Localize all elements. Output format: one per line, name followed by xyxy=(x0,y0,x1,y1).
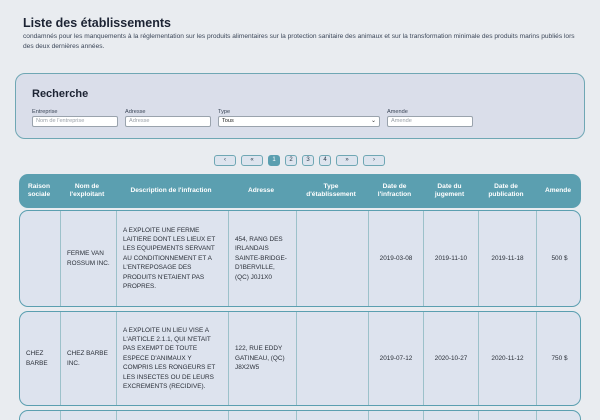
next-page-button[interactable]: › xyxy=(363,155,385,166)
amende-input[interactable]: Amende xyxy=(387,116,473,127)
cell-description xyxy=(116,411,228,420)
type-select-value: Tous xyxy=(222,118,234,124)
cell-nom-exploitant: FERME VAN ROSSUM INC. xyxy=(60,211,116,306)
table-row[interactable]: CHEZ BARBE CHEZ BARBE INC. A EXPLOITE UN… xyxy=(19,311,581,406)
cell-nom-exploitant: CHEZ BARBE INC. xyxy=(60,312,116,405)
chevron-down-icon: ⌄ xyxy=(370,118,376,124)
amende-field-group: Amende Amende xyxy=(387,108,473,127)
cell-amende: 500 $ xyxy=(536,211,582,306)
cell-type xyxy=(296,211,368,306)
column-header-type: Type d'établissement xyxy=(306,182,356,199)
last-page-button[interactable]: » xyxy=(336,155,358,166)
cell-nom-exploitant xyxy=(60,411,116,420)
cell-raison-sociale xyxy=(20,211,60,306)
column-header-date-infraction: Date de l'infraction xyxy=(377,182,412,199)
cell-type xyxy=(296,411,368,420)
page-button-4[interactable]: 4 xyxy=(319,155,331,166)
cell-amende: 750 $ xyxy=(536,312,582,405)
cell-description: A EXPLOITE UN LIEU VISE A L'ARTICLE 2.1.… xyxy=(116,312,228,405)
page-subtitle: condamnés pour les manquements à la régl… xyxy=(23,33,575,50)
search-panel: Recherche Entreprise Nom de l'entreprise… xyxy=(15,73,585,139)
column-header-amende: Amende xyxy=(544,186,571,194)
type-select[interactable]: Tous ⌄ xyxy=(218,116,380,127)
cell-type xyxy=(296,312,368,405)
column-header-raison-sociale: Raison sociale xyxy=(27,182,51,199)
cell-date-infraction: 2019-03-08 xyxy=(368,211,423,306)
cell-adresse xyxy=(228,411,296,420)
table-row[interactable]: FERME VAN ROSSUM INC. A EXPLOITE UNE FER… xyxy=(19,210,581,307)
pagination: ‹ « 1 2 3 4 » › xyxy=(0,155,600,167)
cell-raison-sociale xyxy=(20,411,60,420)
search-title: Recherche xyxy=(32,88,89,100)
first-page-button[interactable]: « xyxy=(241,155,263,166)
column-header-date-publication: Date de publication xyxy=(488,182,524,199)
cell-date-infraction: 2019-07-12 xyxy=(368,312,423,405)
cell-date-jugement xyxy=(423,411,478,420)
page-button-3[interactable]: 3 xyxy=(302,155,314,166)
page-button-1[interactable]: 1 xyxy=(268,155,280,166)
amende-label: Amende xyxy=(387,109,408,115)
cell-date-publication: 2020-11-12 xyxy=(478,312,536,405)
cell-amende xyxy=(536,411,582,420)
adresse-field-group: Adresse Adresse xyxy=(125,108,211,127)
entreprise-label: Entreprise xyxy=(32,109,58,115)
column-header-description: Description de l'infraction xyxy=(130,186,212,194)
type-field-group: Type Tous ⌄ xyxy=(218,108,380,127)
column-header-adresse: Adresse xyxy=(247,186,275,194)
column-header-date-jugement: Date du jugement xyxy=(434,182,465,199)
adresse-input[interactable]: Adresse xyxy=(125,116,211,127)
column-header-nom-exploitant: Nom de l'exploitant xyxy=(69,182,105,199)
page-title: Liste des établissements xyxy=(23,16,171,30)
cell-date-publication xyxy=(478,411,536,420)
table-header: Raison sociale Nom de l'exploitant Descr… xyxy=(19,174,581,208)
adresse-label: Adresse xyxy=(125,109,146,115)
prev-page-button[interactable]: ‹ xyxy=(214,155,236,166)
cell-date-jugement: 2019-11-10 xyxy=(423,211,478,306)
entreprise-field-group: Entreprise Nom de l'entreprise xyxy=(32,108,118,127)
cell-date-jugement: 2020-10-27 xyxy=(423,312,478,405)
cell-date-publication: 2019-11-18 xyxy=(478,211,536,306)
cell-description: A EXPLOITE UNE FERME LAITIERE DONT LES L… xyxy=(116,211,228,306)
type-label: Type xyxy=(218,109,231,115)
table-row[interactable] xyxy=(19,410,581,420)
cell-raison-sociale: CHEZ BARBE xyxy=(26,350,48,367)
entreprise-input[interactable]: Nom de l'entreprise xyxy=(32,116,118,127)
cell-adresse: 122, RUE EDDY GATINEAU, (QC) J8X2W5 xyxy=(228,312,296,405)
cell-adresse: 454, RANG DES IRLANDAIS SAINTE-BRIDGE-D'… xyxy=(228,211,296,306)
cell-date-infraction xyxy=(368,411,423,420)
page-header: Liste des établissements condamnés pour … xyxy=(23,15,583,51)
page-button-2[interactable]: 2 xyxy=(285,155,297,166)
